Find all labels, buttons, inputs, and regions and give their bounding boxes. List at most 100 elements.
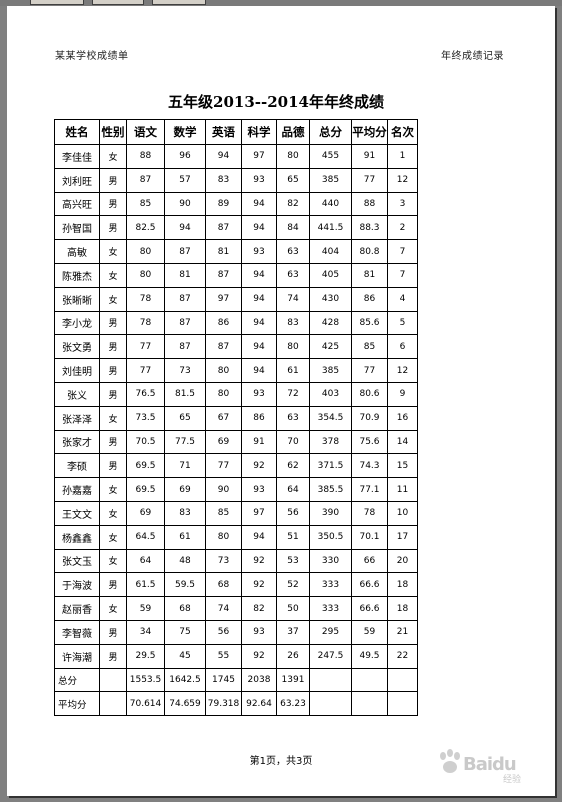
table-cell: 20 (387, 548, 418, 574)
table-cell: 10 (387, 500, 418, 526)
table-cell: 64.5 (126, 524, 165, 550)
table-cell: 59.5 (164, 572, 206, 598)
sheet-title-text: 五年级2013--2014年年终成绩 (168, 93, 384, 111)
table-cell: 85 (205, 500, 242, 526)
table-cell: 93 (241, 381, 277, 407)
table-cell: 405 (309, 262, 352, 288)
table-row: 李智薇男 34 75 56 93 37 295 59 21 (54, 619, 418, 645)
paw-icon (440, 749, 460, 773)
table-row: 刘佳明男 77 73 80 94 61 385 77 12 (54, 358, 418, 383)
table-cell: 李佳佳 (54, 144, 100, 169)
toolbar-button-1[interactable] (30, 0, 84, 5)
table-cell: 87 (164, 239, 206, 264)
table-cell: 84 (276, 215, 310, 241)
table-row: 张文玉女 64 48 73 92 53 330 66 20 (54, 548, 418, 574)
table-cell: 男 (99, 358, 127, 383)
table-cell (309, 667, 352, 693)
table-cell: 李智薇 (54, 619, 100, 645)
table-row: 许海潮男 29.5 45 55 92 26 247.5 49.5 22 (54, 643, 418, 669)
table-cell: 50 (276, 596, 310, 621)
averages-row: 平均分 70.614 74.659 79.318 92.64 63.23 (54, 691, 418, 717)
table-row: 杨鑫鑫女 64.5 61 80 94 51 350.5 70.1 17 (54, 524, 418, 550)
table-cell: 59 (351, 619, 388, 645)
table-cell: 88.3 (351, 215, 388, 241)
table-cell: 80 (276, 334, 310, 360)
table-cell: 86 (241, 405, 277, 431)
table-cell: 53 (276, 548, 310, 574)
table-row: 于海波男 61.5 59.5 68 92 52 333 66.6 18 (54, 572, 418, 598)
column-header: 总分 (309, 119, 352, 145)
table-cell: 87 (164, 286, 206, 312)
table-cell: 64 (276, 477, 310, 502)
table-cell: 男 (99, 167, 127, 193)
table-cell: 333 (309, 596, 352, 621)
table-cell: 80 (205, 358, 242, 383)
table-cell: 女 (99, 144, 127, 169)
table-cell: 81 (164, 262, 206, 288)
table-cell: 87 (164, 310, 206, 336)
table-cell: 441.5 (309, 215, 352, 241)
table-cell: 男 (99, 643, 127, 669)
table-cell: 5 (387, 310, 418, 336)
table-cell: 70.614 (126, 691, 165, 717)
table-cell: 80.8 (351, 239, 388, 264)
table-cell: 张晰晰 (54, 286, 100, 312)
table-cell: 80 (126, 262, 165, 288)
table-cell: 92.64 (241, 691, 277, 717)
table-cell: 61.5 (126, 572, 165, 598)
table-cell: 4 (387, 286, 418, 312)
table-row: 李硕男 69.5 71 77 92 62 371.5 74.3 15 (54, 453, 418, 479)
table-cell: 77 (126, 358, 165, 383)
table-cell: 34 (126, 619, 165, 645)
table-cell: 1391 (276, 667, 310, 693)
table-cell: 93 (241, 167, 277, 193)
column-header: 名次 (387, 119, 418, 145)
table-cell: 371.5 (309, 453, 352, 479)
table-cell: 64 (126, 548, 165, 574)
table-cell: 77 (205, 453, 242, 479)
table-cell: 403 (309, 381, 352, 407)
table-cell: 91 (241, 429, 277, 455)
table-cell: 80 (205, 524, 242, 550)
table-cell: 1553.5 (126, 667, 165, 693)
table-cell: 56 (276, 500, 310, 526)
table-cell: 1745 (205, 667, 242, 693)
table-cell: 女 (99, 548, 127, 574)
column-header: 科学 (241, 119, 277, 145)
table-cell: 70 (276, 429, 310, 455)
table-cell: 63 (276, 405, 310, 431)
table-cell: 92 (241, 453, 277, 479)
table-cell: 52 (276, 572, 310, 598)
table-cell: 15 (387, 453, 418, 479)
table-cell: 女 (99, 524, 127, 550)
column-header: 性别 (99, 119, 127, 145)
table-cell: 14 (387, 429, 418, 455)
table-row: 张晰晰女 78 87 97 94 74 430 86 4 (54, 286, 418, 312)
column-header: 品德 (276, 119, 310, 145)
table-cell: 于海波 (54, 572, 100, 598)
table-cell: 97 (241, 144, 277, 169)
table-cell: 330 (309, 548, 352, 574)
table-cell: 12 (387, 167, 418, 193)
table-cell: 女 (99, 405, 127, 431)
table-cell: 1642.5 (164, 667, 206, 693)
table-cell: 385 (309, 167, 352, 193)
table-cell: 62 (276, 453, 310, 479)
table-cell: 男 (99, 619, 127, 645)
toolbar-button-3[interactable] (152, 0, 206, 5)
toolbar-button-2[interactable] (92, 0, 144, 5)
table-cell: 9 (387, 381, 418, 407)
table-cell: 428 (309, 310, 352, 336)
table-cell: 94 (241, 334, 277, 360)
table-cell: 89 (205, 191, 242, 217)
table-cell: 63 (276, 239, 310, 264)
table-cell: 86 (205, 310, 242, 336)
table-cell: 71 (164, 453, 206, 479)
table-cell: 51 (276, 524, 310, 550)
table-cell: 85.6 (351, 310, 388, 336)
table-cell: 74 (205, 596, 242, 621)
table-cell: 3 (387, 191, 418, 217)
table-cell: 65 (164, 405, 206, 431)
table-cell: 56 (205, 619, 242, 645)
table-cell: 70.5 (126, 429, 165, 455)
